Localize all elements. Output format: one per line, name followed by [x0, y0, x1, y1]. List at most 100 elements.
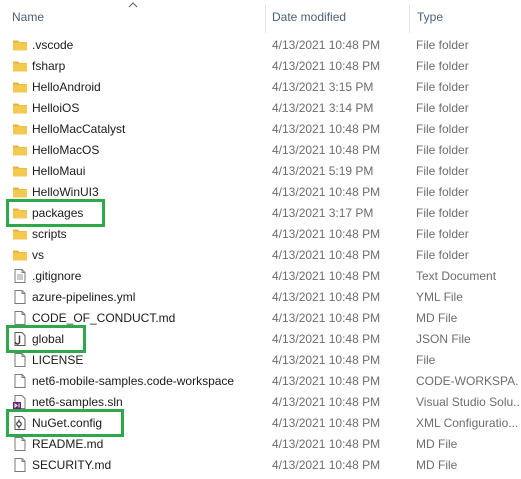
folder-icon	[12, 100, 28, 116]
file-type: File folder	[416, 101, 469, 115]
file-date-modified: 4/13/2021 10:48 PM	[272, 227, 381, 241]
folder-icon	[12, 142, 28, 158]
file-name: net6-samples.sln	[32, 395, 123, 409]
file-date-modified: 4/13/2021 10:48 PM	[272, 269, 381, 283]
file-name: packages	[32, 206, 84, 220]
file-date-modified: 4/13/2021 10:48 PM	[272, 122, 381, 136]
file-date-modified: 4/13/2021 10:48 PM	[272, 374, 381, 388]
sort-ascending-icon[interactable]	[128, 1, 138, 8]
file-icon	[12, 289, 28, 305]
file-name: HelloAndroid	[32, 80, 101, 94]
file-icon	[12, 352, 28, 368]
file-date-modified: 4/13/2021 10:48 PM	[272, 458, 381, 472]
file-date-modified: 4/13/2021 10:48 PM	[272, 290, 381, 304]
file-row[interactable]: vs 4/13/2021 10:48 PM File folder	[0, 245, 521, 266]
file-row[interactable]: global 4/13/2021 10:48 PM JSON File	[0, 329, 521, 350]
file-type: File folder	[416, 206, 469, 220]
file-type: File folder	[416, 227, 469, 241]
column-header-date-modified[interactable]: Date modified	[272, 9, 346, 25]
file-name: SECURITY.md	[32, 458, 112, 472]
file-date-modified: 4/13/2021 10:48 PM	[272, 143, 381, 157]
file-row[interactable]: CODE_OF_CONDUCT.md 4/13/2021 10:48 PM MD F…	[0, 308, 521, 329]
folder-icon	[12, 37, 28, 53]
file-date-modified: 4/13/2021 10:48 PM	[272, 248, 381, 262]
file-row[interactable]: README.md 4/13/2021 10:48 PM MD File	[0, 434, 521, 455]
file-row[interactable]: HelloMacCatalyst 4/13/2021 10:48 PM File f…	[0, 119, 521, 140]
folder-icon	[12, 58, 28, 74]
file-row[interactable]: packages 4/13/2021 3:17 PM File folder	[0, 203, 521, 224]
file-type: JSON File	[416, 332, 471, 346]
file-name: global	[32, 332, 65, 346]
file-date-modified: 4/13/2021 10:48 PM	[272, 185, 381, 199]
file-row[interactable]: scripts 4/13/2021 10:48 PM File folder	[0, 224, 521, 245]
file-name: scripts	[32, 227, 67, 241]
file-name: vs	[32, 248, 44, 262]
file-type: MD File	[416, 437, 458, 451]
file-row[interactable]: net6-mobile-samples.code-workspace 4/13/2…	[0, 371, 521, 392]
file-icon	[12, 310, 28, 326]
file-date-modified: 4/13/2021 10:48 PM	[272, 311, 381, 325]
file-row[interactable]: HelloWinUI3 4/13/2021 10:48 PM File folder	[0, 182, 521, 203]
folder-icon	[12, 121, 28, 137]
column-header-bar: Name Date modified Type	[0, 0, 521, 33]
file-date-modified: 4/13/2021 3:14 PM	[272, 101, 374, 115]
file-name: LICENSE	[32, 353, 84, 367]
file-icon	[12, 436, 28, 452]
file-name: HelloiOS	[32, 101, 80, 115]
folder-icon	[12, 163, 28, 179]
file-date-modified: 4/13/2021 10:48 PM	[272, 437, 381, 451]
folder-icon	[12, 226, 28, 242]
file-row[interactable]: fsharp 4/13/2021 10:48 PM File folder	[0, 56, 521, 77]
file-row[interactable]: HelloAndroid 4/13/2021 3:15 PM File folder	[0, 77, 521, 98]
file-icon	[12, 373, 28, 389]
file-row[interactable]: LICENSE 4/13/2021 10:48 PM File	[0, 350, 521, 371]
file-row[interactable]: HelloMacOS 4/13/2021 10:48 PM File folder	[0, 140, 521, 161]
file-row[interactable]: net6-samples.sln 4/13/2021 10:48 PM Visual…	[0, 392, 521, 413]
file-row[interactable]: azure-pipelines.yml 4/13/2021 10:48 PM YML…	[0, 287, 521, 308]
file-date-modified: 4/13/2021 10:48 PM	[272, 416, 381, 430]
column-header-name[interactable]: Name	[12, 9, 44, 25]
file-type: File folder	[416, 185, 469, 199]
file-date-modified: 4/13/2021 5:19 PM	[272, 164, 374, 178]
folder-icon	[12, 247, 28, 263]
visual-studio-solution-icon	[12, 394, 28, 410]
file-date-modified: 4/13/2021 10:48 PM	[272, 59, 381, 73]
file-name: fsharp	[32, 59, 66, 73]
file-row[interactable]: .vscode 4/13/2021 10:48 PM File folder	[0, 35, 521, 56]
file-date-modified: 4/13/2021 10:48 PM	[272, 353, 381, 367]
file-type: Text Document	[416, 269, 497, 283]
file-type: CODE-WORKSPA...	[416, 374, 519, 388]
file-type: MD File	[416, 311, 458, 325]
file-type: File folder	[416, 122, 469, 136]
file-row[interactable]: HelloMaui 4/13/2021 5:19 PM File folder	[0, 161, 521, 182]
file-type: Visual Studio Solu...	[416, 395, 519, 409]
file-type: XML Configuratio...	[416, 416, 519, 430]
column-divider[interactable]	[409, 4, 410, 33]
file-row[interactable]: SECURITY.md 4/13/2021 10:48 PM MD File	[0, 455, 521, 476]
file-type: File folder	[416, 164, 469, 178]
json-file-icon	[12, 331, 28, 347]
text-document-icon	[12, 268, 28, 284]
file-type: File	[416, 353, 436, 367]
folder-icon	[12, 205, 28, 221]
column-header-type[interactable]: Type	[417, 9, 443, 25]
file-name: HelloMacOS	[32, 143, 100, 157]
file-type: MD File	[416, 458, 458, 472]
file-name: HelloMacCatalyst	[32, 122, 126, 136]
file-row[interactable]: .gitignore 4/13/2021 10:48 PM Text Documen…	[0, 266, 521, 287]
file-name: .vscode	[32, 38, 74, 52]
file-type: File folder	[416, 248, 469, 262]
folder-icon	[12, 184, 28, 200]
file-type: File folder	[416, 143, 469, 157]
file-row[interactable]: NuGet.config 4/13/2021 10:48 PM XML Config…	[0, 413, 521, 434]
file-type: File folder	[416, 59, 469, 73]
file-row[interactable]: HelloiOS 4/13/2021 3:14 PM File folder	[0, 98, 521, 119]
config-file-icon	[12, 415, 28, 431]
file-date-modified: 4/13/2021 10:48 PM	[272, 395, 381, 409]
file-name: HelloWinUI3	[32, 185, 99, 199]
column-divider[interactable]	[265, 4, 266, 33]
folder-icon	[12, 79, 28, 95]
file-name: HelloMaui	[32, 164, 86, 178]
file-date-modified: 4/13/2021 3:15 PM	[272, 80, 374, 94]
file-list: .vscode 4/13/2021 10:48 PM File folder fsha…	[0, 35, 521, 476]
